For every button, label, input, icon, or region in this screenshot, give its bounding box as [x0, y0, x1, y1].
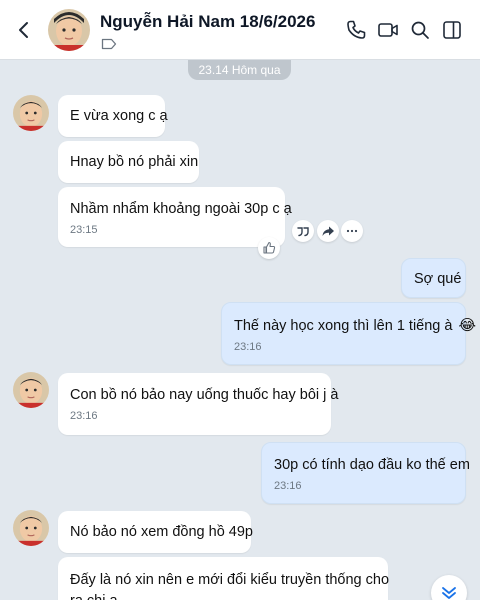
sender-avatar[interactable]	[13, 95, 49, 131]
scroll-down-icon[interactable]	[431, 575, 467, 600]
laughing-emoji-icon: 😂	[458, 316, 477, 334]
back-arrow-icon[interactable]	[12, 18, 36, 42]
message-bubble-incoming[interactable]: Hnay bồ nó phải xin	[58, 141, 199, 183]
contact-avatar[interactable]	[48, 9, 90, 51]
sender-avatar[interactable]	[13, 510, 49, 546]
video-icon[interactable]	[376, 18, 400, 42]
message-bubble-incoming[interactable]: Nó bảo nó xem đồng hồ 49p	[58, 511, 253, 553]
more-icon[interactable]	[341, 220, 363, 242]
thumbs-up-icon[interactable]	[258, 237, 280, 259]
message-text: Nó bảo nó xem đồng hồ 49p	[70, 524, 253, 540]
message-text: Nhầm nhẩm khoảng ngoài 30p c ạ	[70, 201, 292, 217]
message-text: Thế này học xong thì lên 1 tiếng à 😂	[234, 316, 476, 335]
message-bubble-incoming[interactable]: Đấy là nó xin nên e mới đổi kiểu truyền …	[58, 557, 390, 600]
message-bubble-outgoing[interactable]: Sợ qué	[401, 258, 466, 298]
message-text-content: Thế này học xong thì lên 1 tiếng à	[234, 318, 453, 334]
message-bubble-incoming[interactable]: Con bồ nó bảo nay uống thuốc hay bôi j à…	[58, 373, 339, 435]
message-text: Sợ qué	[414, 271, 462, 287]
message-text: 30p có tính dạo đầu ko thế em	[274, 457, 470, 473]
forward-icon[interactable]	[317, 220, 339, 242]
message-text: Con bồ nó bảo nay uống thuốc hay bôi j à	[70, 387, 339, 403]
message-text: Hnay bồ nó phải xin	[70, 154, 199, 170]
contact-name[interactable]: Nguyễn Hải Nam 18/6/2026	[100, 12, 315, 32]
phone-icon[interactable]	[344, 18, 368, 42]
message-bubble-incoming[interactable]: E vừa xong c ạ	[58, 95, 168, 137]
tag-icon[interactable]	[101, 37, 117, 50]
message-text-line2: ra chị ạ	[70, 592, 376, 600]
message-bubble-outgoing[interactable]: 30p có tính dạo đầu ko thế em 23:16	[261, 442, 470, 504]
message-time: 23:16	[234, 341, 262, 353]
sidebar-panel-icon[interactable]	[440, 18, 464, 42]
message-time: 23:15	[70, 224, 98, 236]
message-text: E vừa xong c ạ	[70, 108, 168, 124]
message-time: 23:16	[70, 410, 98, 422]
date-separator: 23.14 Hôm qua	[188, 60, 291, 80]
message-bubble-incoming[interactable]: Nhầm nhẩm khoảng ngoài 30p c ạ 23:15	[58, 187, 292, 247]
sender-avatar[interactable]	[13, 372, 49, 408]
message-bubble-outgoing[interactable]: Thế này học xong thì lên 1 tiếng à 😂 23:…	[221, 302, 476, 365]
chat-header: Nguyễn Hải Nam 18/6/2026	[0, 0, 480, 60]
message-text: Đấy là nó xin nên e mới đổi kiểu truyền …	[70, 572, 390, 588]
quote-icon[interactable]	[292, 220, 314, 242]
message-time: 23:16	[274, 480, 302, 492]
search-icon[interactable]	[408, 18, 432, 42]
